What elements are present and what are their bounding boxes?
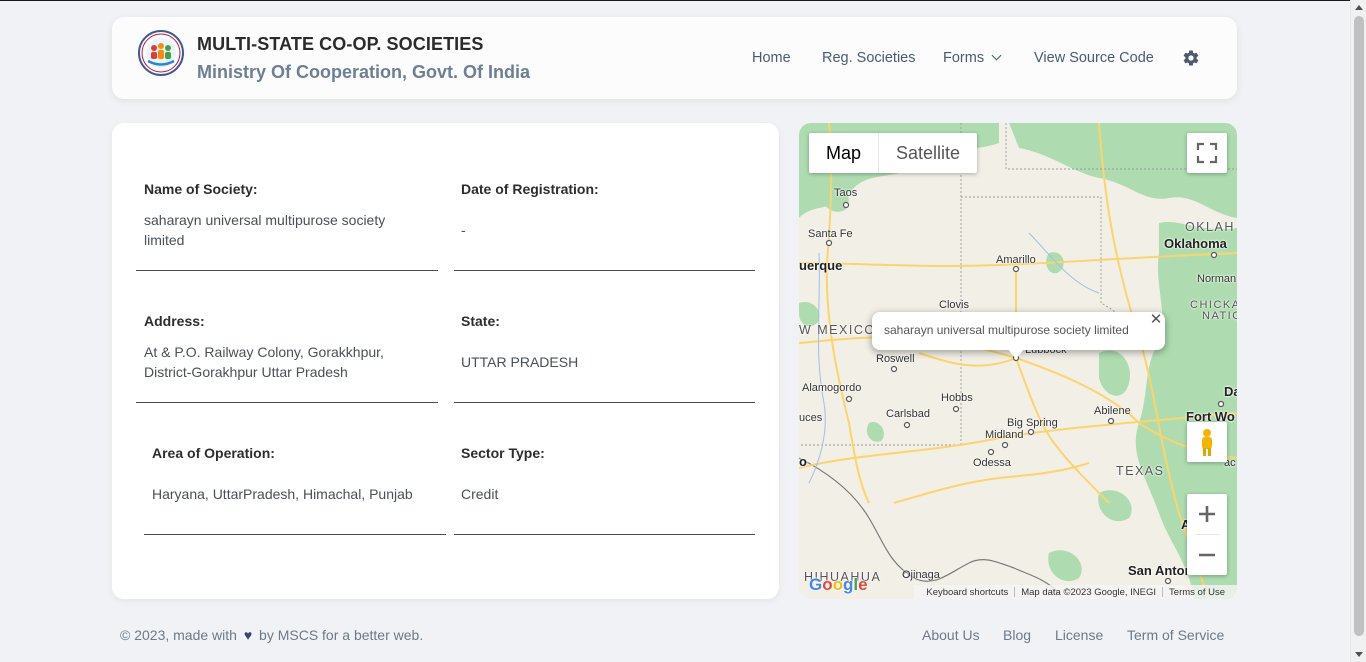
ministry-emblem-icon[interactable] [138, 30, 184, 76]
google-logo-letter: g [843, 575, 854, 594]
page-scrollbar[interactable] [1350, 0, 1366, 662]
divider [136, 402, 438, 403]
terms-of-use-link[interactable]: Terms of Use [1163, 587, 1231, 598]
plus-icon [1199, 506, 1215, 522]
map-terrain [799, 123, 1237, 599]
nav-view-source[interactable]: View Source Code [1034, 50, 1154, 66]
society-details-card: Name of Society: saharayn universal mult… [112, 123, 779, 599]
map-attribution: Keyboard shortcuts Map data ©2023 Google… [914, 585, 1237, 599]
fullscreen-icon [1196, 142, 1218, 164]
google-map[interactable]: Taos Santa Fe uerque W MEXICO Clovis Ama… [799, 123, 1237, 599]
state-value: UTTAR PRADESH [461, 354, 579, 370]
name-of-society-label: Name of Society: [144, 181, 258, 197]
divider [454, 402, 755, 403]
divider [144, 534, 446, 535]
divider [454, 270, 755, 271]
map-region-label: OKLAH [1185, 220, 1235, 234]
nav-home[interactable]: Home [752, 50, 791, 66]
divider [454, 534, 755, 535]
map-data-text: Map data ©2023 Google, INEGI [1021, 586, 1157, 598]
date-of-registration-value: - [461, 222, 466, 238]
map-place-label: Norman [1197, 273, 1237, 285]
map-place-label: Clovis [939, 299, 969, 311]
date-of-registration-label: Date of Registration: [461, 181, 599, 197]
footer-link-license[interactable]: License [1055, 627, 1103, 643]
sector-type-value: Credit [461, 486, 499, 502]
map-place-label: Alamogordo [802, 382, 862, 394]
map-place-label: Abilene [1094, 405, 1131, 417]
google-logo-letter: o [822, 575, 833, 594]
area-of-operation-value: Haryana, UttarPradesh, Himachal, Punjab [152, 486, 413, 502]
map-region-label: W MEXICO [799, 323, 876, 337]
address-label: Address: [144, 313, 205, 329]
map-place-label: Oklahoma [1164, 236, 1227, 251]
map-place-label: Amarillo [996, 254, 1036, 266]
state-label: State: [461, 313, 500, 329]
map-type-satellite-button[interactable]: Satellite [879, 133, 977, 173]
google-logo: Google [809, 575, 868, 595]
street-view-pegman-button[interactable] [1187, 422, 1227, 462]
zoom-out-button[interactable] [1187, 535, 1227, 575]
scroll-down-icon[interactable] [1355, 652, 1363, 657]
map-place-label: Santa Fe [808, 228, 853, 240]
map-info-window: saharayn universal multipurose society l… [872, 312, 1165, 350]
site-title: MULTI-STATE CO-OP. SOCIETIES [197, 34, 484, 54]
pegman-icon [1202, 429, 1212, 456]
address-value: At & P.O. Railway Colony, Gorakkhpur, Di… [144, 344, 384, 380]
map-place-label: Midland [985, 429, 1024, 441]
nav-forms-dropdown[interactable]: Forms [943, 50, 1002, 66]
footer-copyright: © 2023, made with ♥ by MSCS for a better… [120, 627, 423, 643]
heart-icon: ♥ [243, 627, 253, 643]
map-type-control: Map Satellite [809, 133, 978, 173]
gear-icon[interactable] [1182, 49, 1200, 67]
map-region-label: TEXAS [1116, 464, 1165, 478]
map-place-label: uerque [799, 258, 843, 273]
google-logo-letter: G [809, 575, 823, 594]
map-place-label: Taos [834, 187, 858, 199]
footer-link-terms[interactable]: Term of Service [1127, 627, 1224, 643]
map-place-label: o [799, 454, 807, 469]
map-place-label: Big Spring [1007, 417, 1058, 429]
copyright-text-suffix: by MSCS for a better web. [259, 627, 424, 643]
nav-forms-label: Forms [943, 50, 985, 66]
info-window-text: saharayn universal multipurose society l… [884, 323, 1129, 337]
google-logo-letter: e [858, 575, 868, 594]
map-place-label: Roswell [876, 353, 915, 365]
map-place-label: Odessa [973, 457, 1011, 469]
nav-reg-societies[interactable]: Reg. Societies [822, 50, 916, 66]
zoom-control [1187, 494, 1227, 575]
map-place-label: uces [799, 412, 823, 424]
footer-link-about[interactable]: About Us [922, 627, 980, 643]
window-top-border [0, 0, 1366, 1]
map-type-map-button[interactable]: Map [809, 133, 878, 173]
map-place-label: Ojinaga [902, 569, 940, 581]
info-window-tail [1008, 349, 1024, 359]
map-place-label: Da [1224, 384, 1237, 399]
copyright-text: © 2023, made with [120, 627, 237, 643]
area-of-operation-label: Area of Operation: [152, 445, 275, 461]
name-of-society-value: saharayn universal multipurose society l… [144, 212, 386, 248]
close-icon[interactable]: ✕ [1149, 312, 1163, 327]
minus-icon [1199, 553, 1215, 557]
divider [136, 270, 438, 271]
scrollbar-thumb[interactable] [1354, 16, 1364, 636]
site-subtitle: Ministry Of Cooperation, Govt. Of India [197, 62, 531, 82]
footer-link-blog[interactable]: Blog [1003, 627, 1031, 643]
map-place-label: San Anton [1128, 563, 1193, 578]
sector-type-label: Sector Type: [461, 445, 545, 461]
fullscreen-button[interactable] [1187, 133, 1227, 173]
top-navbar: MULTI-STATE CO-OP. SOCIETIES Ministry Of… [112, 17, 1237, 99]
map-place-label: Hobbs [941, 392, 973, 404]
zoom-in-button[interactable] [1187, 494, 1227, 534]
google-logo-letter: o [832, 575, 844, 594]
map-place-label: Carlsbad [886, 408, 931, 420]
chevron-down-icon [991, 50, 1002, 61]
scroll-up-icon[interactable] [1355, 5, 1363, 10]
map-region-label: NATIO [1202, 310, 1237, 322]
keyboard-shortcuts-link[interactable]: Keyboard shortcuts [920, 587, 1014, 598]
